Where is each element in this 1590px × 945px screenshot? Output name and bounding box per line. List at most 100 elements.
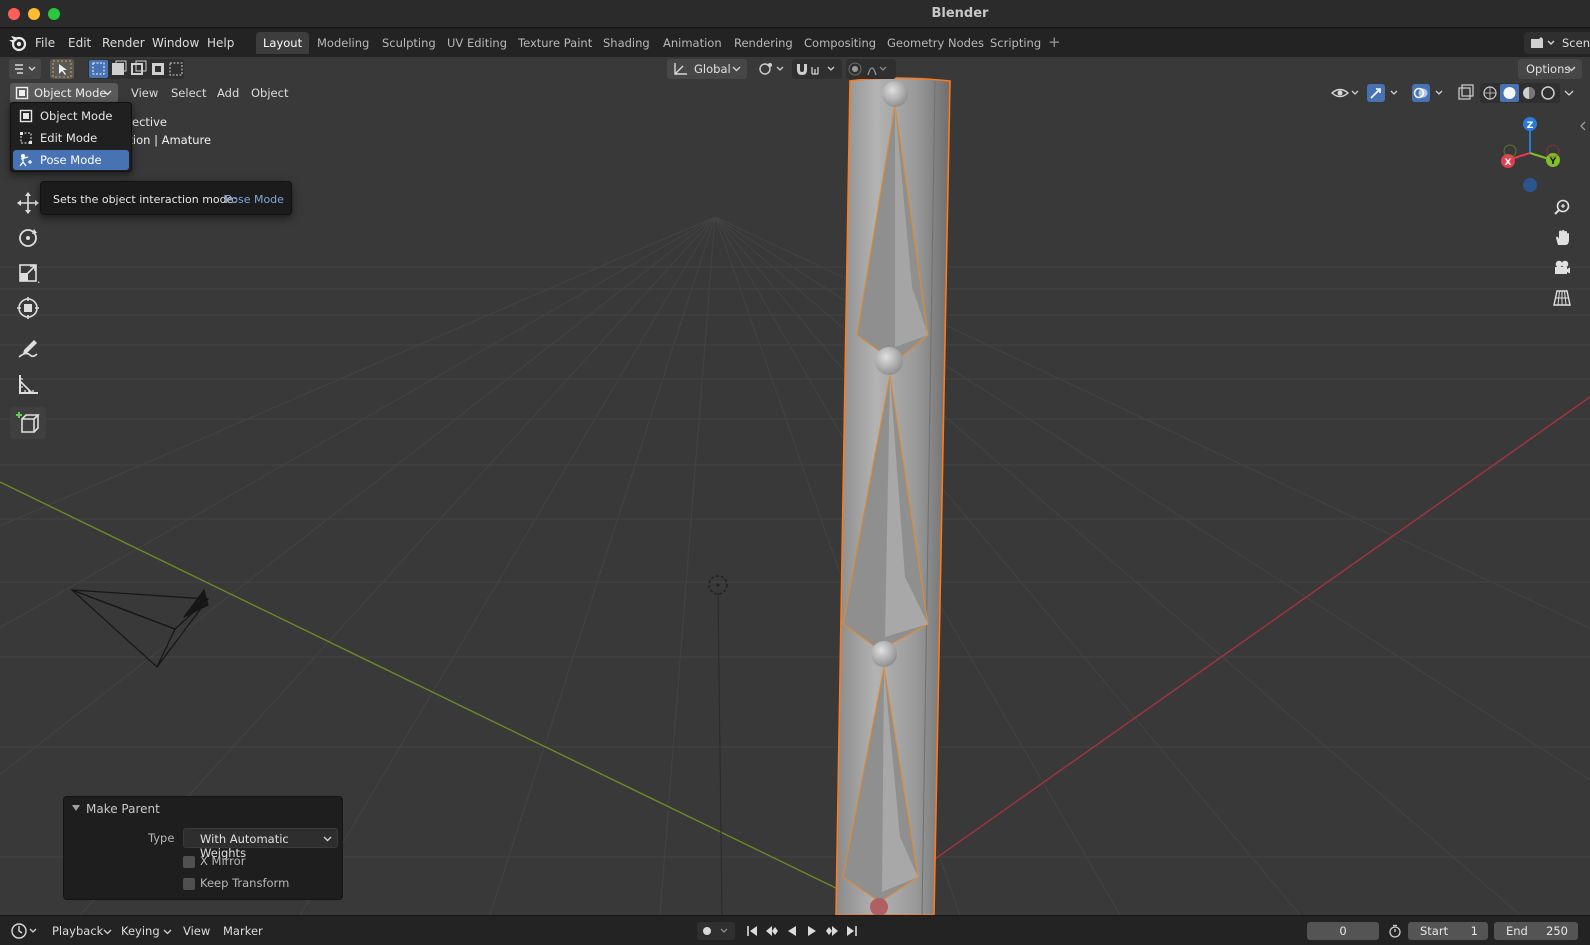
- tab-shading[interactable]: Shading: [596, 32, 657, 54]
- editor-type-button[interactable]: [9, 59, 41, 79]
- jump-to-keyframe-next-button[interactable]: [823, 923, 841, 939]
- navigation-gizmo[interactable]: Z X Y: [1495, 115, 1565, 195]
- blender-logo-icon[interactable]: [8, 34, 28, 52]
- scene-selector[interactable]: Scene: [1524, 32, 1590, 54]
- camera-view-button[interactable]: [1548, 255, 1576, 281]
- viewport-menu-object[interactable]: Object: [251, 86, 288, 100]
- tab-texture-paint[interactable]: Texture Paint: [511, 32, 599, 54]
- gizmo-neg-z[interactable]: [1523, 178, 1537, 192]
- menu-window[interactable]: Window: [148, 34, 203, 52]
- mode-option-edit[interactable]: Edit Mode: [13, 128, 129, 148]
- panel-title[interactable]: Make Parent: [86, 802, 160, 816]
- mode-option-object[interactable]: Object Mode: [13, 106, 129, 126]
- zoom-view-button[interactable]: [1548, 195, 1576, 221]
- use-preview-range-toggle[interactable]: [1386, 923, 1404, 939]
- interaction-mode-dropdown[interactable]: Object Mode: [10, 83, 118, 103]
- transform-icon: [17, 297, 39, 319]
- collapse-triangle-icon[interactable]: [72, 805, 80, 811]
- tab-rendering[interactable]: Rendering: [727, 32, 800, 54]
- rotate-icon: [19, 229, 37, 247]
- shading-mode-group[interactable]: [1480, 83, 1560, 103]
- scale-tool[interactable]: [10, 257, 46, 289]
- play-button[interactable]: [803, 923, 821, 939]
- timeline-menu-marker[interactable]: Marker: [223, 924, 263, 938]
- x-mirror-checkbox[interactable]: [183, 856, 195, 868]
- transform-orientation-dropdown[interactable]: Global: [667, 59, 747, 79]
- timeline-editor-type-button[interactable]: [10, 922, 40, 940]
- tab-animation[interactable]: Animation: [656, 32, 729, 54]
- clock-editor-icon: [11, 923, 37, 939]
- x-axis-line: [914, 396, 1590, 874]
- end-frame-field[interactable]: End 250: [1494, 922, 1578, 940]
- gizmo-x-label: X: [1505, 158, 1512, 168]
- timeline-menu-view[interactable]: View: [183, 924, 210, 938]
- pose-mode-icon: [19, 154, 32, 167]
- play-reverse-button[interactable]: [783, 923, 801, 939]
- view-name-text: ective: [132, 115, 167, 129]
- gizmo-toggle[interactable]: [1366, 83, 1402, 103]
- tab-compositing[interactable]: Compositing: [797, 32, 883, 54]
- tab-layout[interactable]: Layout: [256, 32, 310, 54]
- projection-toggle-button[interactable]: [1548, 285, 1576, 311]
- tab-uv-editing[interactable]: UV Editing: [440, 32, 514, 54]
- auto-keying-toggle[interactable]: [697, 922, 735, 940]
- transform-tool[interactable]: [10, 292, 46, 324]
- start-frame-field[interactable]: Start 1: [1408, 922, 1488, 940]
- tab-scripting[interactable]: Scripting: [983, 32, 1048, 54]
- type-label: Type: [148, 831, 175, 845]
- viewport-menu-view[interactable]: View: [131, 86, 158, 100]
- sidebar-toggle-icon[interactable]: [1576, 119, 1590, 133]
- options-label: Options: [1526, 62, 1571, 76]
- parent-type-dropdown[interactable]: With Automatic Weights: [183, 828, 338, 860]
- jump-to-keyframe-prev-button[interactable]: [763, 923, 781, 939]
- pivot-point-dropdown[interactable]: [756, 59, 786, 79]
- 3d-cursor-icon[interactable]: [708, 575, 728, 595]
- tab-sculpting[interactable]: Sculpting: [375, 32, 443, 54]
- play-reverse-icon: [788, 926, 796, 936]
- jump-to-start-button[interactable]: [743, 923, 761, 939]
- jump-start-icon: [747, 926, 757, 936]
- proportional-editing-group[interactable]: [846, 59, 896, 79]
- current-frame-field[interactable]: 0: [1307, 922, 1379, 940]
- current-frame-value: 0: [1339, 924, 1347, 938]
- proportional-editing-icon: [848, 62, 887, 76]
- selection-mode-group[interactable]: [88, 59, 184, 79]
- visibility-dropdown[interactable]: [1330, 83, 1362, 103]
- next-keyframe-icon: [826, 926, 838, 936]
- timeline-menu-keying[interactable]: Keying: [121, 924, 160, 938]
- viewport-menu-select[interactable]: Select: [171, 86, 206, 100]
- hand-pan-icon: [1556, 230, 1569, 245]
- start-frame-label: Start: [1420, 924, 1449, 938]
- measure-tool[interactable]: [10, 368, 46, 400]
- add-workspace-icon[interactable]: +: [1048, 33, 1061, 51]
- xray-toggle[interactable]: [1456, 83, 1476, 103]
- 3d-viewport[interactable]: Global Options Object Mode View Select A…: [0, 57, 1590, 915]
- select-tool-button[interactable]: [50, 59, 74, 79]
- play-icon: [808, 926, 816, 936]
- tab-geometry-nodes[interactable]: Geometry Nodes: [880, 32, 991, 54]
- mode-option-pose[interactable]: Pose Mode: [13, 150, 129, 170]
- eye-icon: [1330, 88, 1359, 98]
- add-cube-tool[interactable]: [10, 407, 46, 439]
- menu-render[interactable]: Render: [98, 34, 149, 52]
- grid-perspective-icon: [1553, 290, 1571, 306]
- viewport-menu-add[interactable]: Add: [217, 86, 239, 100]
- menu-help[interactable]: Help: [203, 34, 238, 52]
- keep-transform-checkbox[interactable]: [183, 878, 195, 890]
- snap-toggle-group[interactable]: [792, 59, 842, 79]
- chevron-down-icon: [323, 836, 332, 842]
- rotate-tool[interactable]: [10, 222, 46, 254]
- shading-options-dropdown[interactable]: [1562, 83, 1576, 103]
- pan-view-button[interactable]: [1548, 225, 1576, 251]
- menu-edit[interactable]: Edit: [64, 34, 95, 52]
- pivot-point-icon: [759, 63, 784, 75]
- cursor-vertical-line: [717, 591, 723, 915]
- overlays-toggle[interactable]: [1411, 83, 1447, 103]
- options-dropdown[interactable]: Options: [1518, 59, 1582, 79]
- jump-to-end-button[interactable]: [843, 923, 861, 939]
- menu-file[interactable]: File: [31, 34, 59, 52]
- orientation-axes-icon: [674, 63, 687, 75]
- annotate-tool[interactable]: [10, 333, 46, 365]
- tab-modeling[interactable]: Modeling: [310, 32, 376, 54]
- timeline-menu-playback[interactable]: Playback: [52, 924, 103, 938]
